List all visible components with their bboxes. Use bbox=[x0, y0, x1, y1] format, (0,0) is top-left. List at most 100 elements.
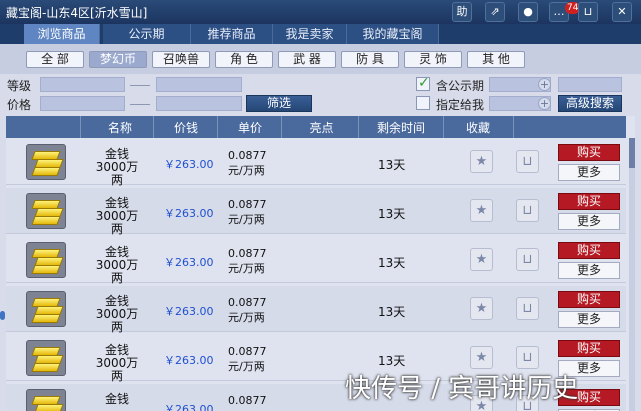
star-icon[interactable]: ★ bbox=[470, 248, 493, 271]
assigned-to-me-label: 指定给我 bbox=[436, 98, 485, 112]
table-scrollbar[interactable] bbox=[629, 138, 635, 411]
star-icon[interactable]: ★ bbox=[470, 199, 493, 222]
gold-ingot-icon bbox=[26, 389, 66, 411]
item-remaining-time: 13天 bbox=[378, 354, 406, 368]
assigned-to-me-checkbox[interactable] bbox=[416, 96, 430, 110]
buy-button[interactable]: 购买 bbox=[558, 242, 620, 259]
item-price: ￥263.00 bbox=[164, 305, 214, 318]
star-icon[interactable]: ★ bbox=[470, 346, 493, 369]
stop-icon[interactable]: ● bbox=[518, 2, 538, 22]
level-label: 等级 bbox=[7, 79, 32, 93]
listing-table: 名称 价钱 单价 亮点 剩余时间 收藏 金钱 3000万两 ￥263.00 0.… bbox=[6, 116, 635, 411]
gold-ingot-icon bbox=[26, 291, 66, 327]
more-button[interactable]: 更多 bbox=[558, 213, 620, 230]
price-max-input[interactable] bbox=[156, 96, 242, 111]
pin-icon[interactable]: ⇗ bbox=[485, 2, 505, 22]
table-row[interactable]: 金钱 3000万两 ￥263.00 0.0877 元/万两 13天 ★ ⊔ 购买… bbox=[6, 286, 626, 334]
public-option-input-2[interactable] bbox=[558, 77, 622, 92]
item-unit-price: 0.0877 bbox=[228, 345, 267, 358]
category-all[interactable]: 全 部 bbox=[26, 51, 84, 68]
header-highlights: 亮点 bbox=[309, 121, 334, 135]
price-range-dash bbox=[130, 104, 150, 105]
header-favorite: 收藏 bbox=[465, 121, 490, 135]
item-price: ￥263.00 bbox=[164, 256, 214, 269]
item-unit-price: 0.0877 bbox=[228, 247, 267, 260]
category-armor[interactable]: 防 具 bbox=[341, 51, 399, 68]
tab-my-treasure[interactable]: 我的藏宝阁 bbox=[347, 24, 439, 44]
window-title: 藏宝阁-山东4区[沂水雪山] bbox=[6, 6, 148, 20]
item-price: ￥263.00 bbox=[164, 158, 214, 171]
help-button[interactable]: 助 bbox=[452, 2, 472, 22]
more-button[interactable]: 更多 bbox=[558, 262, 620, 279]
advanced-search-button[interactable]: 高级搜索 bbox=[558, 95, 622, 112]
item-unit-price: 0.0877 bbox=[228, 296, 267, 309]
cart-icon[interactable]: ⊔ bbox=[516, 150, 539, 173]
cart-icon[interactable]: ⊔ bbox=[516, 199, 539, 222]
cart-icon[interactable]: ⊔ bbox=[516, 346, 539, 369]
item-unit-price: 0.0877 bbox=[228, 198, 267, 211]
level-range-dash bbox=[130, 85, 150, 86]
buy-button[interactable]: 购买 bbox=[558, 144, 620, 161]
table-row[interactable]: 金钱 3000万两 ￥263.00 0.0877 元/万两 13天 ★ ⊔ 购买… bbox=[6, 188, 626, 236]
item-price: ￥263.00 bbox=[164, 207, 214, 220]
category-pets[interactable]: 召唤兽 bbox=[152, 51, 210, 68]
buy-button[interactable]: 购买 bbox=[558, 291, 620, 308]
tab-public[interactable]: 公示期 bbox=[103, 24, 191, 44]
level-min-input[interactable] bbox=[40, 77, 125, 92]
gold-ingot-icon bbox=[26, 144, 66, 180]
item-remaining-time: 13天 bbox=[378, 207, 406, 221]
star-icon[interactable]: ★ bbox=[470, 297, 493, 320]
table-row[interactable]: 金钱 3000万两 ￥263.00 0.0877 元/万两 13天 ★ ⊔ 购买… bbox=[6, 139, 626, 187]
table-header: 名称 价钱 单价 亮点 剩余时间 收藏 bbox=[6, 116, 626, 138]
header-name: 名称 bbox=[107, 121, 132, 135]
item-price: ￥263.00 bbox=[164, 354, 214, 367]
item-amount: 3000万两 bbox=[95, 258, 139, 285]
cart-icon[interactable]: ⊔ bbox=[516, 297, 539, 320]
category-bar: 全 部 梦幻币 召唤兽 角 色 武 器 防 具 灵 饰 其 他 bbox=[0, 44, 641, 74]
item-amount: 3000万两 bbox=[95, 209, 139, 236]
tab-browse[interactable]: 浏览商品 bbox=[24, 24, 100, 44]
item-name: 金钱 bbox=[104, 392, 129, 406]
filter-button[interactable]: 筛选 bbox=[246, 95, 312, 112]
item-remaining-time: 13天 bbox=[378, 305, 406, 319]
item-remaining-time: 13天 bbox=[378, 256, 406, 270]
main-tabs: 浏览商品 公示期 推荐商品 我是卖家 我的藏宝阁 bbox=[0, 24, 641, 66]
category-weapons[interactable]: 武 器 bbox=[278, 51, 336, 68]
item-remaining-time: 13天 bbox=[378, 158, 406, 172]
tab-recommended[interactable]: 推荐商品 bbox=[191, 24, 273, 44]
close-icon[interactable]: ✕ bbox=[612, 2, 632, 22]
header-divider bbox=[513, 116, 514, 138]
header-remaining-time: 剩余时间 bbox=[376, 121, 425, 135]
more-button[interactable]: 更多 bbox=[558, 311, 620, 328]
item-unit-suffix: 元/万两 bbox=[228, 311, 265, 324]
buy-button[interactable]: 购买 bbox=[558, 193, 620, 210]
table-row[interactable]: 金钱 3000万两 ￥263.00 0.0877 元/万两 13天 ★ ⊔ 购买… bbox=[6, 237, 626, 285]
gold-ingot-icon bbox=[26, 242, 66, 278]
watermark-text: 快传号 / 宾哥讲历史 bbox=[345, 374, 579, 404]
category-currency[interactable]: 梦幻币 bbox=[89, 51, 147, 68]
buy-button[interactable]: 购买 bbox=[558, 340, 620, 357]
side-handle[interactable] bbox=[0, 311, 5, 320]
item-unit-suffix: 元/万两 bbox=[228, 213, 265, 226]
item-unit-price: 0.0877 bbox=[228, 394, 267, 407]
category-other[interactable]: 其 他 bbox=[467, 51, 525, 68]
include-public-checkbox[interactable] bbox=[416, 75, 430, 91]
category-accessories[interactable]: 灵 饰 bbox=[404, 51, 462, 68]
plus-icon[interactable]: + bbox=[538, 78, 551, 91]
category-characters[interactable]: 角 色 bbox=[215, 51, 273, 68]
star-icon[interactable]: ★ bbox=[470, 150, 493, 173]
cart-icon[interactable]: ⊔ bbox=[578, 2, 598, 22]
item-unit-suffix: 元/万两 bbox=[228, 164, 265, 177]
gold-ingot-icon bbox=[26, 340, 66, 376]
scrollbar-thumb[interactable] bbox=[629, 138, 635, 168]
tab-seller[interactable]: 我是卖家 bbox=[273, 24, 347, 44]
plus-icon[interactable]: + bbox=[538, 97, 551, 110]
cart-icon[interactable]: ⊔ bbox=[516, 248, 539, 271]
title-bar: 藏宝阁-山东4区[沂水雪山] 助 ⇗ ● … 74 ⊔ ✕ bbox=[0, 0, 641, 24]
level-max-input[interactable] bbox=[156, 77, 242, 92]
header-divider bbox=[281, 116, 282, 138]
item-unit-suffix: 元/万两 bbox=[228, 360, 265, 373]
price-min-input[interactable] bbox=[40, 96, 125, 111]
header-divider bbox=[153, 116, 154, 138]
more-button[interactable]: 更多 bbox=[558, 164, 620, 181]
